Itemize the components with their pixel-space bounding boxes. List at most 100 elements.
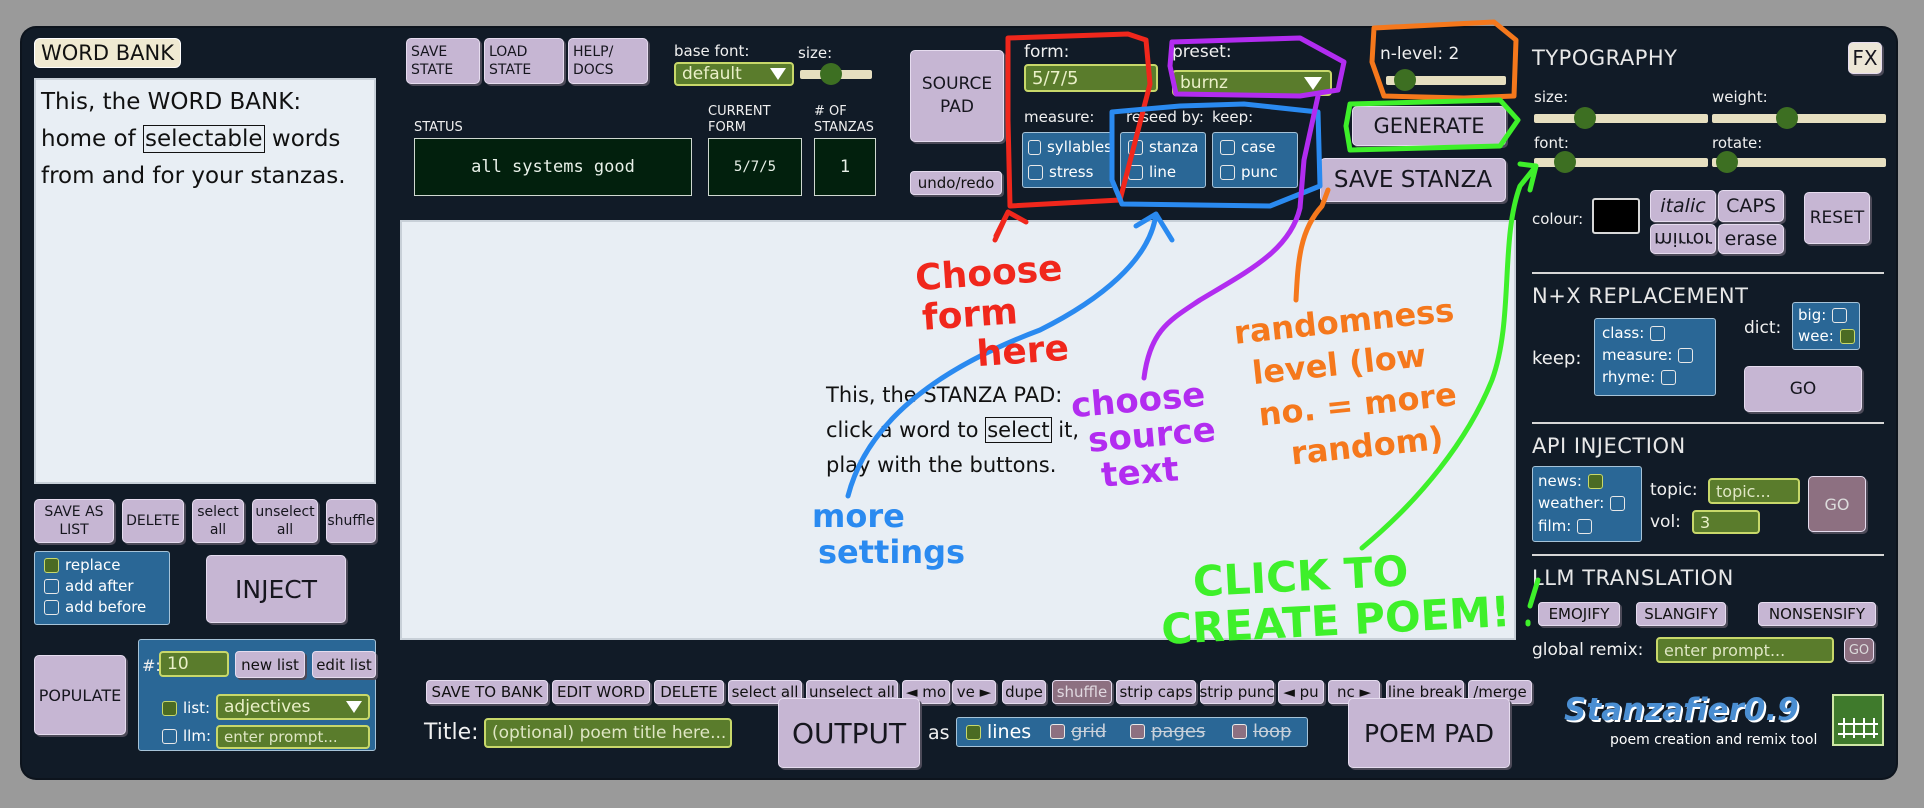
edit-list-button[interactable]: edit list	[312, 651, 376, 678]
n-level-slider[interactable]	[1386, 69, 1506, 91]
big-option[interactable]: big:	[1798, 306, 1848, 324]
type-size-slider[interactable]	[1534, 107, 1708, 129]
pages-checkbox[interactable]	[1130, 724, 1145, 739]
stress-checkbox[interactable]	[1028, 164, 1043, 180]
mirror-button[interactable]: mirror	[1650, 224, 1716, 254]
emojify-button[interactable]: EMOJIFY	[1538, 602, 1620, 626]
line-option[interactable]: line	[1128, 163, 1176, 181]
vol-input[interactable]: 3	[1692, 510, 1760, 534]
word-bank-pad[interactable]: This, the WORD BANK: home of selectable …	[34, 78, 376, 484]
global-remix-input[interactable]: enter prompt...	[1656, 637, 1834, 663]
italic-button[interactable]: italic	[1650, 190, 1716, 222]
base-size-slider[interactable]	[800, 63, 872, 85]
caps-button[interactable]: CAPS	[1718, 190, 1784, 222]
slangify-button[interactable]: SLANGIFY	[1636, 602, 1726, 626]
wee-checkbox[interactable]	[1839, 328, 1855, 344]
n-level-knob[interactable]	[1394, 69, 1416, 91]
delete-button[interactable]: DELETE	[122, 499, 184, 543]
syllables-option[interactable]: syllables	[1028, 138, 1112, 156]
form-input[interactable]: 5/7/5	[1024, 64, 1158, 92]
punc-left-button[interactable]: ◄ pu	[1278, 680, 1324, 704]
pages-mode-option[interactable]: pages	[1130, 721, 1205, 742]
save-state-button[interactable]: SAVE STATE	[406, 38, 480, 84]
film-option[interactable]: film:	[1538, 517, 1593, 535]
font-slider[interactable]	[1534, 151, 1708, 173]
rhyme-option[interactable]: rhyme:	[1602, 368, 1677, 386]
punc-option[interactable]: punc	[1220, 163, 1278, 181]
replace-option[interactable]: replace	[44, 556, 120, 574]
llm-checkbox[interactable]	[162, 728, 177, 744]
base-font-select[interactable]: default	[674, 62, 794, 86]
topic-input[interactable]: topic...	[1708, 478, 1800, 504]
replace-checkbox[interactable]	[44, 557, 59, 573]
reset-button[interactable]: RESET	[1804, 192, 1870, 244]
new-list-button[interactable]: new list	[235, 651, 305, 678]
rotate-slider[interactable]	[1712, 151, 1886, 173]
populate-button[interactable]: POPULATE	[34, 655, 126, 735]
nx-go-button[interactable]: GO	[1744, 366, 1862, 412]
wee-option[interactable]: wee:	[1798, 327, 1855, 345]
case-checkbox[interactable]	[1220, 139, 1235, 155]
erase-button[interactable]: erase	[1718, 224, 1784, 254]
load-state-button[interactable]: LOAD STATE	[484, 38, 564, 84]
film-checkbox[interactable]	[1577, 518, 1593, 534]
dupe-button[interactable]: dupe	[1002, 680, 1046, 704]
base-size-knob[interactable]	[820, 63, 842, 85]
measure-option[interactable]: measure:	[1602, 346, 1694, 364]
title-input[interactable]: (optional) poem title here...	[484, 718, 732, 748]
llm-prompt-input[interactable]: enter prompt...	[216, 725, 370, 749]
fx-button[interactable]: FX	[1848, 42, 1882, 74]
pad-delete-button[interactable]: DELETE	[654, 680, 724, 704]
strip-caps-button[interactable]: strip caps	[1116, 680, 1196, 704]
news-checkbox[interactable]	[1587, 473, 1603, 489]
grid-mode-option[interactable]: grid	[1050, 721, 1106, 742]
count-input[interactable]: 10	[159, 651, 229, 677]
save-stanza-button[interactable]: SAVE STANZA	[1320, 158, 1506, 202]
pad-shuffle-button[interactable]: shuffle	[1052, 680, 1112, 704]
weight-slider[interactable]	[1712, 107, 1886, 129]
api-go-button[interactable]: GO	[1808, 476, 1866, 532]
selectable-word[interactable]: selectable	[143, 125, 265, 153]
weight-knob[interactable]	[1776, 107, 1798, 129]
news-option[interactable]: news:	[1538, 472, 1603, 490]
unselect-all-button[interactable]: unselect all	[252, 499, 318, 543]
class-checkbox[interactable]	[1650, 325, 1666, 341]
save-as-list-button[interactable]: SAVE AS LIST	[34, 499, 114, 543]
rhyme-checkbox[interactable]	[1661, 369, 1677, 385]
rotate-knob[interactable]	[1716, 151, 1738, 173]
undo-redo-button[interactable]: undo/redo	[910, 171, 1002, 195]
case-option[interactable]: case	[1220, 138, 1275, 156]
punc-checkbox[interactable]	[1220, 164, 1235, 180]
selected-word[interactable]: select	[985, 417, 1052, 443]
list-select[interactable]: adjectives	[216, 694, 370, 720]
add-before-checkbox[interactable]	[44, 599, 59, 615]
class-option[interactable]: class:	[1602, 324, 1666, 342]
shuffle-button[interactable]: shuffle	[326, 499, 376, 543]
weather-option[interactable]: weather:	[1538, 494, 1626, 512]
output-button[interactable]: OUTPUT	[778, 698, 920, 768]
inject-button[interactable]: INJECT	[206, 555, 346, 623]
lines-mode-option[interactable]: lines	[966, 721, 1031, 743]
remix-go-button[interactable]: GO	[1844, 638, 1874, 662]
add-after-option[interactable]: add after	[44, 577, 134, 595]
weather-checkbox[interactable]	[1610, 495, 1626, 511]
line-checkbox[interactable]	[1128, 164, 1143, 180]
stanza-checkbox[interactable]	[1128, 139, 1143, 155]
loop-mode-option[interactable]: loop	[1232, 721, 1291, 742]
poem-pad-button[interactable]: POEM PAD	[1348, 698, 1510, 768]
help-docs-button[interactable]: HELP/ DOCS	[568, 38, 648, 84]
save-to-bank-button[interactable]: SAVE TO BANK	[426, 680, 548, 704]
stanza-option[interactable]: stanza	[1128, 138, 1198, 156]
stress-option[interactable]: stress	[1028, 163, 1093, 181]
edit-word-button[interactable]: EDIT WORD	[552, 680, 650, 704]
generate-button[interactable]: GENERATE	[1352, 106, 1506, 146]
type-size-knob[interactable]	[1574, 107, 1596, 129]
add-after-checkbox[interactable]	[44, 578, 59, 594]
loop-checkbox[interactable]	[1232, 724, 1247, 739]
syllables-checkbox[interactable]	[1028, 139, 1042, 155]
grid-checkbox[interactable]	[1050, 724, 1065, 739]
llm-option[interactable]: llm:	[162, 727, 211, 745]
colour-swatch[interactable]	[1592, 198, 1640, 234]
source-pad-button[interactable]: SOURCE PAD	[910, 50, 1004, 142]
big-checkbox[interactable]	[1832, 307, 1848, 323]
